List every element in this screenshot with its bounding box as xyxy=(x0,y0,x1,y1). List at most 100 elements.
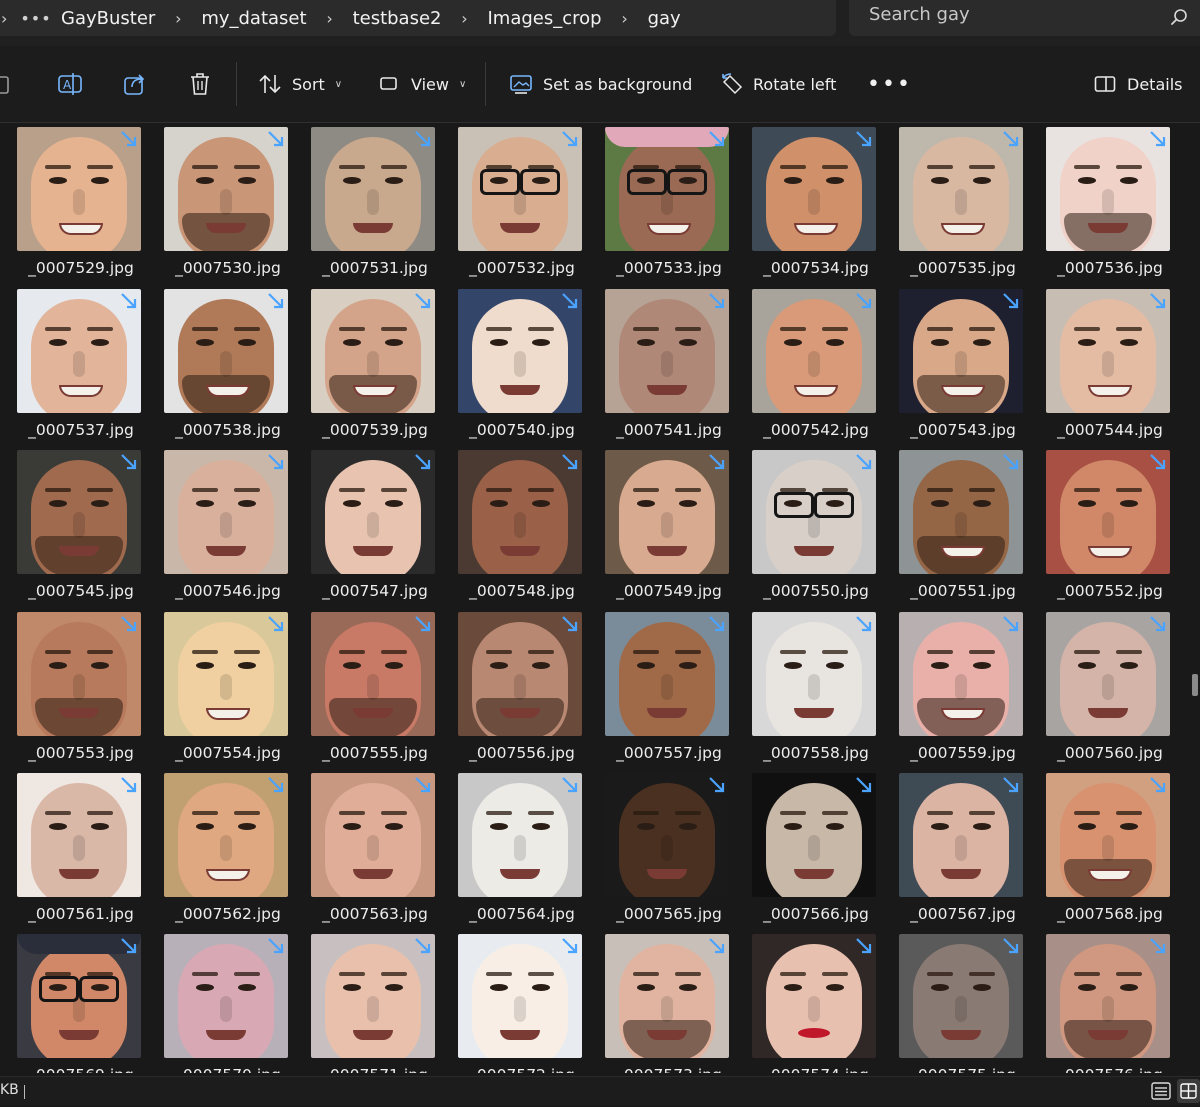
file-item[interactable]: _0007564.jpg xyxy=(441,769,587,929)
nose-shape xyxy=(73,189,85,215)
file-item[interactable]: _0007556.jpg xyxy=(441,608,587,768)
eyebrow-shape xyxy=(1074,811,1100,815)
file-item[interactable]: _0007561.jpg xyxy=(0,769,146,929)
file-item[interactable]: _0007573.jpg xyxy=(588,930,734,1073)
thumbnail-view-button[interactable] xyxy=(1177,1079,1200,1103)
file-name: _0007544.jpg xyxy=(1057,421,1163,439)
breadcrumb-item-gay[interactable]: gay xyxy=(644,8,685,29)
breadcrumb-item-gaybuster[interactable]: GayBuster xyxy=(57,8,159,29)
file-item[interactable]: _0007560.jpg xyxy=(1029,608,1175,768)
file-item[interactable]: _0007570.jpg xyxy=(147,930,293,1073)
file-item[interactable]: _0007532.jpg xyxy=(441,123,587,283)
file-item[interactable]: _0007546.jpg xyxy=(147,446,293,606)
image-thumbnail xyxy=(17,773,141,897)
file-item[interactable]: _0007531.jpg xyxy=(294,123,440,283)
file-item[interactable]: _0007559.jpg xyxy=(882,608,1028,768)
file-item[interactable]: _0007545.jpg xyxy=(0,446,146,606)
file-item[interactable]: _0007534.jpg xyxy=(735,123,881,283)
nose-shape xyxy=(1102,674,1114,700)
breadcrumb[interactable]: › ••• GayBuster › my_dataset › testbase2… xyxy=(0,0,836,36)
eye-shape xyxy=(784,984,802,991)
file-item[interactable]: _0007557.jpg xyxy=(588,608,734,768)
chevron-right-icon[interactable]: › xyxy=(606,9,644,28)
chevron-right-icon[interactable]: › xyxy=(446,9,484,28)
file-item[interactable]: _0007547.jpg xyxy=(294,446,440,606)
scrollbar-thumb[interactable] xyxy=(1192,674,1198,696)
file-item[interactable]: _0007536.jpg xyxy=(1029,123,1175,283)
file-item[interactable]: _0007533.jpg xyxy=(588,123,734,283)
eyebrow-shape xyxy=(87,811,113,815)
file-item[interactable]: _0007548.jpg xyxy=(441,446,587,606)
search-box[interactable]: Search gay xyxy=(849,0,1200,36)
file-item[interactable]: _0007558.jpg xyxy=(735,608,881,768)
file-item[interactable]: _0007554.jpg xyxy=(147,608,293,768)
file-item[interactable]: _0007555.jpg xyxy=(294,608,440,768)
file-item[interactable]: _0007568.jpg xyxy=(1029,769,1175,929)
file-item[interactable]: _0007539.jpg xyxy=(294,285,440,445)
file-item[interactable]: _0007574.jpg xyxy=(735,930,881,1073)
image-thumbnail xyxy=(458,612,582,736)
file-item[interactable]: _0007550.jpg xyxy=(735,446,881,606)
file-item[interactable]: _0007542.jpg xyxy=(735,285,881,445)
nose-shape xyxy=(955,674,967,700)
file-item[interactable]: _0007551.jpg xyxy=(882,446,1028,606)
file-item[interactable]: _0007562.jpg xyxy=(147,769,293,929)
file-item[interactable]: _0007535.jpg xyxy=(882,123,1028,283)
shortcut-arrow-icon xyxy=(1003,454,1019,470)
share-button[interactable] xyxy=(122,46,148,122)
eyebrow-shape xyxy=(780,165,806,169)
more-options-button[interactable]: ••• xyxy=(867,46,912,122)
file-item[interactable]: _0007566.jpg xyxy=(735,769,881,929)
breadcrumb-item-my-dataset[interactable]: my_dataset xyxy=(197,8,310,29)
rename-button[interactable]: A xyxy=(57,46,83,122)
set-as-background-button[interactable]: Set as background xyxy=(509,46,692,122)
file-item[interactable]: _0007541.jpg xyxy=(588,285,734,445)
breadcrumb-item-testbase2[interactable]: testbase2 xyxy=(349,8,446,29)
eye-shape xyxy=(49,500,67,507)
delete-button[interactable] xyxy=(188,46,212,122)
search-icon[interactable] xyxy=(1170,8,1188,26)
eye-shape xyxy=(238,984,256,991)
file-item[interactable]: _0007549.jpg xyxy=(588,446,734,606)
file-item[interactable]: _0007575.jpg xyxy=(882,930,1028,1073)
chevron-right-icon[interactable]: › xyxy=(1,9,15,28)
file-item[interactable]: _0007540.jpg xyxy=(441,285,587,445)
file-item[interactable]: _0007538.jpg xyxy=(147,285,293,445)
file-item[interactable]: _0007552.jpg xyxy=(1029,446,1175,606)
eyebrow-shape xyxy=(780,972,806,976)
breadcrumb-item-images-crop[interactable]: Images_crop xyxy=(484,8,606,29)
file-item[interactable]: _0007576.jpg xyxy=(1029,930,1175,1073)
nose-shape xyxy=(955,835,967,861)
file-item[interactable]: _0007567.jpg xyxy=(882,769,1028,929)
file-item[interactable]: _0007544.jpg xyxy=(1029,285,1175,445)
shortcut-arrow-icon xyxy=(1150,131,1166,147)
file-item[interactable]: _0007529.jpg xyxy=(0,123,146,283)
file-item[interactable]: _0007537.jpg xyxy=(0,285,146,445)
copy-button[interactable] xyxy=(0,46,14,122)
eye-shape xyxy=(973,177,991,184)
details-view-icon[interactable] xyxy=(1151,1081,1171,1101)
file-name: _0007576.jpg xyxy=(1029,1066,1188,1073)
view-button[interactable]: View ∨ xyxy=(379,46,466,122)
more-breadcrumbs-icon[interactable]: ••• xyxy=(15,9,57,28)
rotate-left-button[interactable]: Rotate left xyxy=(720,46,836,122)
search-input[interactable]: Search gay xyxy=(869,4,970,25)
file-item[interactable]: _0007563.jpg xyxy=(294,769,440,929)
file-name: _0007543.jpg xyxy=(910,421,1016,439)
file-item[interactable]: _0007530.jpg xyxy=(147,123,293,283)
mouth-shape xyxy=(353,385,397,397)
details-button[interactable]: Details xyxy=(1094,46,1182,122)
image-thumbnail xyxy=(164,450,288,574)
sort-button[interactable]: Sort ∨ xyxy=(258,46,342,122)
file-name: _0007558.jpg xyxy=(763,744,869,762)
file-item[interactable]: _0007565.jpg xyxy=(588,769,734,929)
file-item[interactable]: _0007572.jpg xyxy=(441,930,587,1073)
file-item[interactable]: _0007553.jpg xyxy=(0,608,146,768)
chevron-right-icon[interactable]: › xyxy=(159,9,197,28)
file-name: _0007537.jpg xyxy=(28,421,134,439)
chevron-right-icon[interactable]: › xyxy=(311,9,349,28)
file-item[interactable]: _0007571.jpg xyxy=(294,930,440,1073)
file-item[interactable]: _0007543.jpg xyxy=(882,285,1028,445)
file-item[interactable]: _0007569.jpg xyxy=(0,930,146,1073)
view-icon xyxy=(380,77,397,90)
